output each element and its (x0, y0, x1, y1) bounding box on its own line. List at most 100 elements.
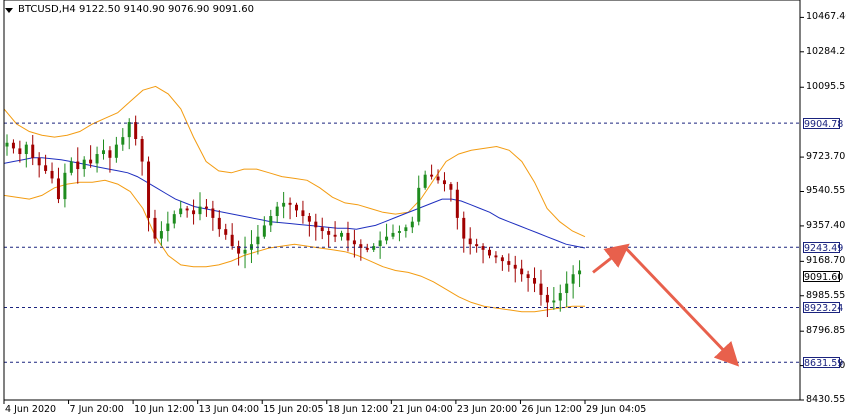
candle (166, 211, 170, 242)
date-tick-label: 15 Jun 20:05 (263, 404, 324, 415)
candle-body (545, 294, 549, 303)
candle-body (481, 246, 485, 250)
candle-body (410, 221, 414, 228)
candle (539, 269, 543, 306)
candle-body (385, 236, 389, 241)
candle (378, 231, 382, 259)
candle-body (192, 210, 196, 215)
candle (198, 192, 202, 221)
projection-arrow-down (623, 246, 740, 367)
candle-body (423, 174, 427, 188)
candle (481, 243, 485, 264)
price-tick-label: 9723.70 (806, 151, 846, 163)
candle (230, 223, 234, 250)
candle (571, 265, 575, 299)
candle (565, 271, 569, 307)
candle-body (352, 240, 356, 245)
moving-average-line (3, 157, 586, 249)
level-price-tag: 9904.78 (803, 118, 844, 131)
candle (95, 146, 99, 173)
candle-body (533, 278, 537, 284)
date-tick-label: 10 Jun 12:00 (134, 404, 195, 415)
level-price-tag: 9243.49 (803, 242, 844, 255)
candle-body (31, 144, 35, 158)
candle (5, 134, 9, 156)
candle (256, 224, 260, 255)
candle (185, 205, 189, 218)
candle (494, 251, 498, 264)
candle (76, 147, 80, 184)
candle (552, 287, 556, 310)
price-tick-label: 10467.40 (806, 11, 846, 23)
candle (320, 217, 324, 240)
price-tick-label: 8985.55 (806, 289, 846, 301)
candle (134, 115, 138, 146)
candle (37, 152, 41, 178)
candle (69, 157, 73, 176)
candle-body (513, 264, 517, 269)
candle-body (211, 208, 215, 218)
candle-body (500, 257, 504, 262)
candle-body (108, 150, 112, 158)
candle-body (430, 174, 434, 177)
price-tick-label: 8430.55 (806, 394, 846, 405)
chart-window[interactable]: BTCUSD,H4 9122.50 9140.90 9076.90 9091.6… (0, 0, 846, 419)
projection-arrows (592, 243, 740, 367)
candle-body (307, 216, 311, 222)
candle-body (18, 148, 22, 155)
ohlc-readout: 9122.50 9140.90 9076.90 9091.60 (78, 4, 254, 15)
candle-body (243, 249, 247, 254)
bollinger-bands (3, 85, 586, 313)
candle (179, 200, 183, 218)
candle (211, 200, 215, 231)
candle-body (558, 293, 562, 301)
candle (340, 230, 344, 241)
candle (243, 236, 247, 269)
candle (282, 191, 286, 219)
candle (153, 209, 157, 244)
candle-body (391, 232, 395, 237)
candle-body (140, 139, 144, 162)
candle-body (378, 240, 382, 247)
moving-average (3, 157, 586, 249)
date-tick-label: 21 Jun 04:00 (392, 404, 453, 415)
candle-body (565, 283, 569, 294)
candle (204, 198, 208, 217)
candle (31, 135, 35, 166)
candle (217, 210, 221, 237)
candle-body (365, 247, 369, 250)
price-tick-label: 10095.55 (806, 81, 846, 93)
candle-body (436, 176, 440, 181)
candle-body (372, 246, 376, 250)
date-tick-label: 26 Jun 12:00 (521, 404, 582, 415)
candle (11, 139, 15, 154)
candle (262, 216, 266, 239)
level-price-tag: 8923.24 (803, 302, 844, 315)
candle (114, 136, 118, 163)
candle (172, 210, 176, 229)
candle (295, 202, 298, 217)
candle-body (417, 187, 421, 222)
date-tick-label: 13 Jun 04:00 (198, 404, 260, 415)
candle (520, 259, 524, 282)
candle-body (224, 229, 228, 235)
candle-body (95, 154, 99, 164)
candle-body (275, 206, 279, 217)
candle-body (69, 161, 73, 173)
candle (404, 224, 408, 238)
candle (275, 201, 279, 224)
candle-body (301, 210, 305, 217)
chart-canvas[interactable] (0, 0, 846, 419)
candle (468, 227, 472, 255)
candle-body (114, 144, 118, 158)
candle (333, 221, 337, 243)
candle (423, 170, 427, 190)
chevron-down-icon[interactable] (5, 8, 13, 13)
candle-body (217, 217, 221, 230)
candle-body (204, 206, 208, 209)
horizontal-levels (4, 122, 800, 363)
price-tick-label: 9168.70 (806, 255, 846, 267)
date-tick-label: 29 Jun 04:05 (586, 404, 647, 415)
candle-body (455, 189, 459, 218)
candle (140, 136, 144, 176)
